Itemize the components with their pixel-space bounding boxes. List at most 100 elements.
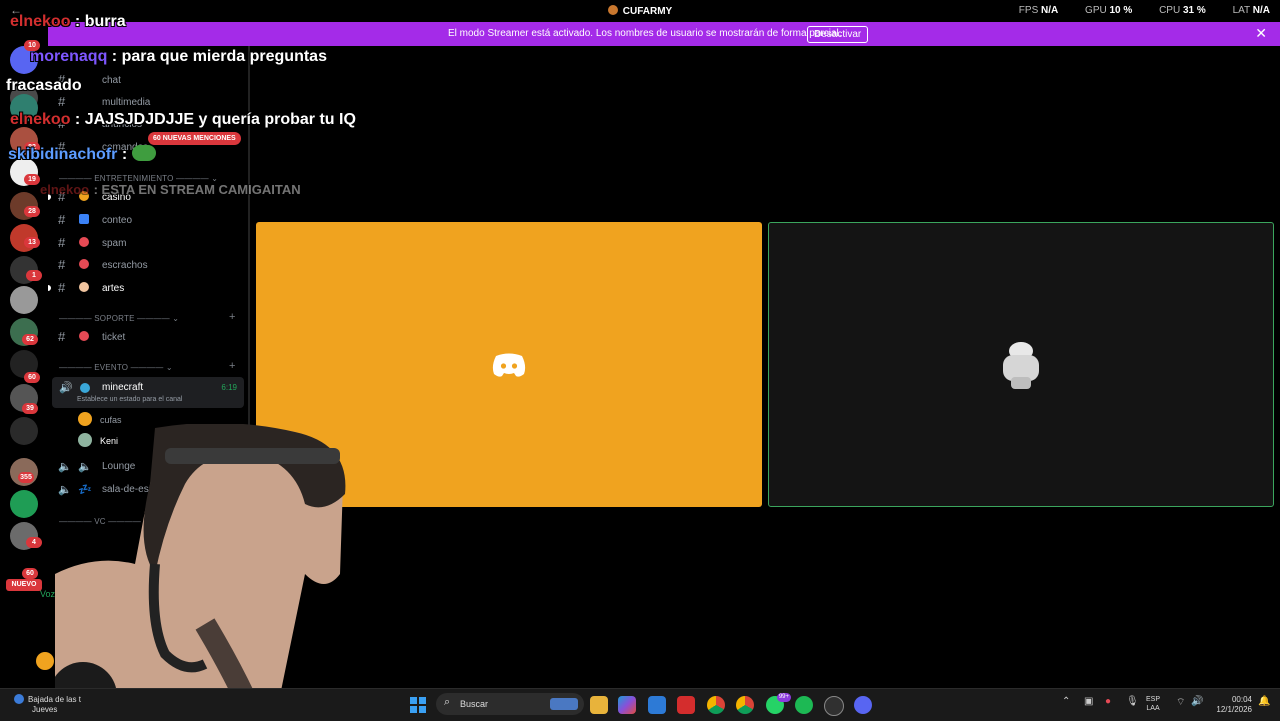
microphone-icon[interactable]: 🎙 — [1126, 696, 1139, 707]
server-badge: 28 — [24, 206, 40, 217]
server-icon[interactable] — [10, 286, 38, 314]
discord-icon[interactable] — [854, 696, 872, 714]
chat-message: skibidinachofr : — [8, 145, 156, 164]
channel-name: multimedia — [102, 97, 151, 108]
server-icon — [607, 5, 618, 15]
pin-icon — [79, 331, 89, 341]
notifications-icon[interactable]: 🔔 — [1258, 696, 1270, 707]
add-channel-icon[interactable]: + — [229, 360, 235, 372]
file-explorer-icon[interactable] — [590, 696, 608, 714]
chat-text: : ESTA EN STREAM CAMIGAITAN — [93, 182, 301, 197]
chat-username: elnekoo — [10, 111, 71, 128]
channel-spam[interactable]: # spam — [48, 233, 248, 253]
channel-conteo[interactable]: # conteo — [48, 210, 248, 230]
channel-emoji-icon — [79, 259, 89, 269]
server-icon[interactable] — [10, 417, 38, 445]
chat-text: : burra — [74, 13, 126, 30]
channel-name: conteo — [102, 215, 133, 226]
chrome-icon[interactable] — [736, 696, 754, 714]
tray-app-icon[interactable]: ▣ — [1084, 696, 1093, 707]
taskbar: Bajada de las t Jueves ⌕ Buscar 99+ ⌃ ▣ … — [0, 688, 1280, 721]
server-icon[interactable] — [10, 490, 38, 518]
channel-name: spam — [102, 238, 127, 249]
spotify-icon[interactable] — [795, 696, 813, 714]
channel-artes[interactable]: # artes — [48, 278, 248, 298]
voice-channel-name: minecraft — [102, 382, 144, 393]
chevron-up-icon[interactable]: ⌃ — [1062, 696, 1070, 707]
channel-multimedia[interactable]: # multimedia — [48, 92, 248, 112]
hash-icon: # — [58, 235, 66, 250]
stat-fps: FPS N/A — [1018, 5, 1059, 16]
channel-name: ticket — [102, 332, 126, 343]
whatsapp-icon[interactable]: 99+ — [766, 693, 791, 714]
search-highlight-icon — [550, 698, 578, 710]
windows-start-icon[interactable] — [410, 697, 426, 713]
chat-text: fracasado — [6, 77, 82, 94]
streamer-mode-banner: El modo Streamer está activado. Los nomb… — [0, 22, 1280, 46]
close-icon[interactable]: ✕ — [1255, 25, 1267, 42]
hash-icon: # — [58, 280, 66, 295]
hash-icon: # — [58, 329, 66, 344]
weather-day: Jueves — [32, 705, 58, 714]
voice-connected-label: Voz — [40, 589, 56, 599]
weather-icon — [14, 694, 24, 704]
discord-logo-icon — [492, 353, 526, 377]
stat-lat: LAT N/A — [1232, 5, 1270, 16]
system-clock[interactable]: 00:04 12/1/2026 — [1212, 695, 1252, 715]
channel-status[interactable]: Establece un estado para el canal — [77, 396, 182, 403]
chat-username: elnekoo — [10, 13, 71, 30]
user-avatar-icon — [1003, 342, 1039, 389]
server-badge: 13 — [24, 237, 40, 248]
server-badge: 60 — [24, 372, 40, 383]
avatar — [36, 652, 54, 670]
server-badge: 19 — [24, 174, 40, 185]
frog-emote-icon — [131, 145, 156, 161]
webcam-overlay — [55, 424, 346, 720]
banner-text: El modo Streamer está activado. Los nomb… — [448, 28, 842, 39]
language-indicator[interactable]: ESP LAA — [1146, 695, 1160, 713]
hash-icon: # — [58, 257, 66, 272]
tray-app-icon[interactable]: ● — [1105, 696, 1111, 707]
taskbar-search[interactable]: ⌕ Buscar — [436, 693, 584, 715]
speaker-icon: 🔊 — [59, 382, 73, 394]
channel-name: artes — [102, 283, 125, 294]
performance-stats: FPS N/A GPU 10 % CPU 31 % LAT N/A — [995, 5, 1270, 16]
add-channel-icon[interactable]: + — [229, 311, 235, 323]
voice-channel-minecraft[interactable]: 🔊 minecraft 6:19 Establece un estado par… — [52, 377, 244, 408]
title-bar: ← CUFARMY FPS N/A GPU 10 % CPU 31 % LAT … — [0, 0, 1280, 22]
store-icon[interactable] — [648, 696, 666, 714]
chat-message: morenaqq : para que mierda preguntas — [30, 48, 327, 66]
new-mentions-pill[interactable]: 60 NUEVAS MENCIONES — [148, 132, 241, 145]
office-icon[interactable] — [618, 696, 636, 714]
channel-emoji-icon — [79, 282, 89, 292]
chat-message: fracasado — [6, 77, 82, 95]
channel-ticket[interactable]: # ticket — [48, 327, 248, 347]
wps-icon[interactable] — [677, 696, 695, 714]
disable-streamer-button[interactable]: Desactivar — [807, 26, 869, 43]
video-tile-keni[interactable] — [768, 222, 1274, 507]
obs-icon[interactable] — [824, 696, 844, 716]
chat-message: elnekoo : burra — [10, 13, 126, 31]
weather-title: Bajada de las t — [28, 695, 81, 704]
category-evento[interactable]: ———— EVENTO ———— ⌄ — [59, 363, 173, 372]
stat-gpu: GPU 10 % — [1085, 5, 1133, 16]
stat-cpu: CPU 31 % — [1159, 5, 1206, 16]
chat-username: elnekoo — [40, 182, 90, 197]
volume-icon[interactable]: 🔊 — [1191, 696, 1203, 707]
chat-message: elnekoo : ESTA EN STREAM CAMIGAITAN — [40, 181, 301, 199]
hash-icon: # — [58, 94, 66, 109]
search-placeholder: Buscar — [460, 699, 489, 709]
unread-dot — [48, 285, 51, 291]
server-badge: 60 — [22, 568, 38, 579]
category-soporte[interactable]: ———— SOPORTE ———— ⌄ — [59, 314, 179, 323]
wifi-icon[interactable]: ⌔ — [1176, 696, 1185, 709]
server-badge: 355 — [18, 472, 34, 483]
chat-message: elnekoo : JAJSJDJDJJE y quería probar tu… — [10, 111, 356, 129]
search-icon: ⌕ — [444, 696, 451, 708]
channel-name: escrachos — [102, 260, 148, 271]
weather-widget[interactable]: Bajada de las t Jueves — [14, 694, 81, 715]
channel-escrachos[interactable]: # escrachos — [48, 255, 248, 275]
chrome-icon[interactable] — [707, 696, 725, 714]
globe-icon — [80, 383, 90, 393]
server-badge: 62 — [22, 334, 38, 345]
